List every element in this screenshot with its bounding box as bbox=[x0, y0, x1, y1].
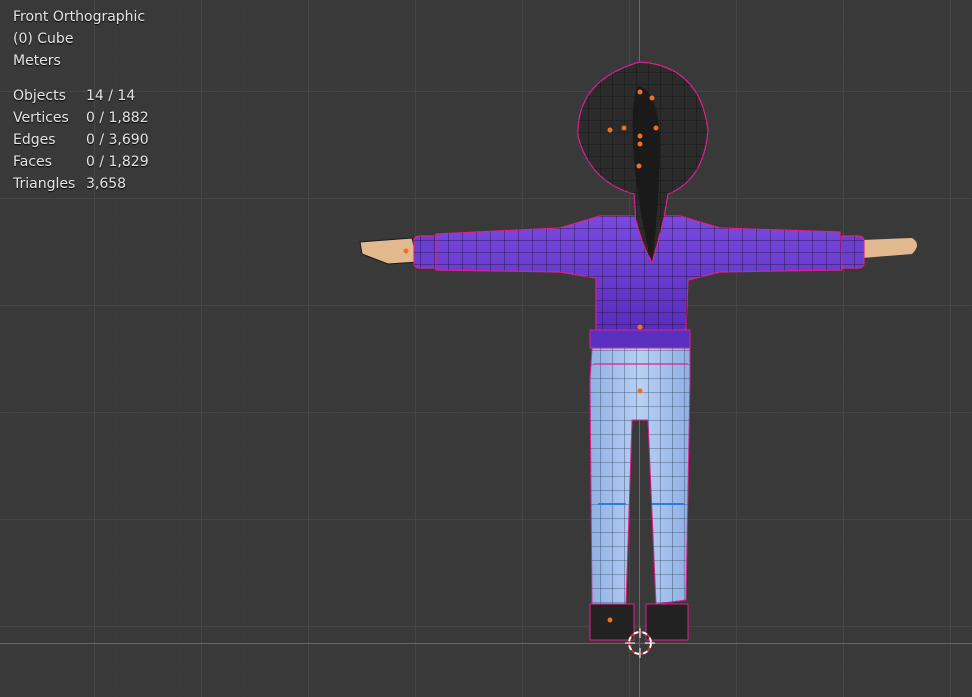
view-name: Front Orthographic bbox=[13, 9, 146, 25]
stat-value: 0 / 1,829 bbox=[86, 154, 149, 170]
shirt[interactable] bbox=[435, 215, 843, 349]
stat-row: Vertices 0 / 1,882 bbox=[13, 107, 149, 129]
units-label: Meters bbox=[13, 53, 61, 69]
3d-viewport[interactable]: Front Orthographic (0) Cube Meters Objec… bbox=[0, 0, 972, 697]
stat-value: 0 / 3,690 bbox=[86, 132, 149, 148]
stat-value: 0 / 1,882 bbox=[86, 110, 149, 126]
shoes[interactable] bbox=[589, 603, 689, 641]
statistics-overlay: Objects 14 / 14 Vertices 0 / 1,882 Edges… bbox=[13, 85, 149, 195]
left-hand[interactable] bbox=[359, 237, 419, 265]
stat-label: Objects bbox=[13, 88, 66, 104]
stat-label: Edges bbox=[13, 132, 56, 148]
stat-row: Faces 0 / 1,829 bbox=[13, 151, 149, 173]
stat-value: 3,658 bbox=[86, 176, 127, 192]
stat-label: Vertices bbox=[13, 110, 69, 126]
viewport-info: Front Orthographic (0) Cube Meters bbox=[13, 6, 145, 72]
jeans[interactable] bbox=[589, 347, 691, 605]
stat-row: Edges 0 / 3,690 bbox=[13, 129, 149, 151]
right-hand[interactable] bbox=[862, 238, 917, 258]
stat-label: Triangles bbox=[13, 176, 76, 192]
stat-label: Faces bbox=[13, 154, 52, 170]
active-object: (0) Cube bbox=[13, 31, 74, 47]
stat-row: Objects 14 / 14 bbox=[13, 85, 149, 107]
stat-value: 14 / 14 bbox=[86, 88, 136, 104]
stat-row: Triangles 3,658 bbox=[13, 173, 149, 195]
